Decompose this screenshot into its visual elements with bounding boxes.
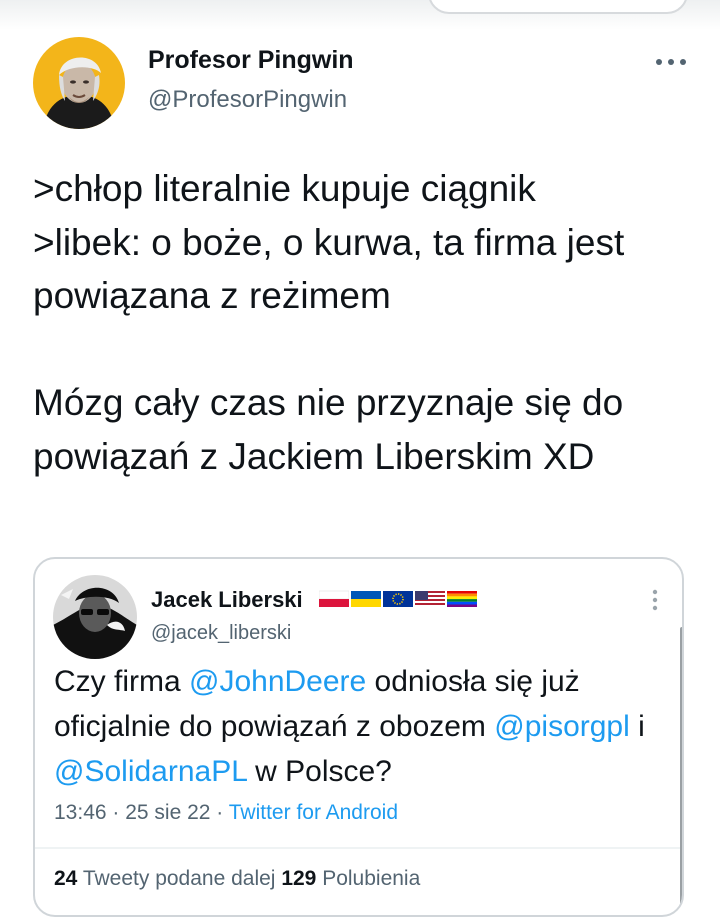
more-horizontal-icon[interactable] xyxy=(654,50,688,74)
text-segment: i xyxy=(629,710,645,743)
likes-count[interactable]: 129 xyxy=(281,867,316,890)
quoted-author-handle[interactable]: @jacek_liberski xyxy=(151,622,291,645)
tweet-text: >chłop literalnie kupuje ciągnik >libek:… xyxy=(33,168,625,477)
author-handle[interactable]: @ProfesorPingwin xyxy=(148,86,347,114)
engagement-stats: 24 Tweety podane dalej 129 Polubienia xyxy=(54,867,420,891)
rainbow-flag-icon xyxy=(447,591,477,607)
author-avatar[interactable] xyxy=(33,37,125,129)
quoted-tweet-card[interactable]: Jacek Liberski @jacek_liberski Czy firma… xyxy=(33,557,684,917)
quoted-tweet-text: Czy firma @JohnDeere odniosła się już of… xyxy=(54,659,664,794)
meta-separator: · xyxy=(210,801,229,824)
tweet-time[interactable]: 13:46 xyxy=(54,801,107,824)
usa-flag-icon xyxy=(415,591,445,607)
mention-link-solidarnapl[interactable]: @SolidarnaPL xyxy=(54,755,247,788)
ukraine-flag-icon xyxy=(351,591,381,607)
previous-tweet-button[interactable] xyxy=(428,0,688,14)
tweet-source-link[interactable]: Twitter for Android xyxy=(229,801,398,824)
quoted-author-avatar[interactable] xyxy=(53,575,137,659)
retweets-label[interactable]: Tweety podane dalej xyxy=(83,867,276,890)
mention-link-pisorgpl[interactable]: @pisorgpl xyxy=(494,710,630,743)
flag-emoji-group xyxy=(319,589,477,609)
tweet-timestamp-row: 13:46 · 25 sie 22 · Twitter for Android xyxy=(54,801,398,825)
author-name[interactable]: Profesor Pingwin xyxy=(148,46,354,75)
mention-link-johndeere[interactable]: @JohnDeere xyxy=(189,665,366,698)
stats-divider xyxy=(35,847,682,849)
text-segment: w Polsce? xyxy=(246,755,392,788)
meta-separator: · xyxy=(106,801,126,824)
poland-flag-icon xyxy=(319,590,349,607)
tweet-date[interactable]: 25 sie 22 xyxy=(125,801,210,824)
scrollbar[interactable] xyxy=(680,627,682,915)
text-segment: Czy firma xyxy=(54,665,189,698)
quoted-author-name[interactable]: Jacek Liberski xyxy=(151,587,303,613)
likes-label[interactable]: Polubienia xyxy=(322,867,420,890)
eu-flag-icon xyxy=(383,591,413,607)
retweets-count[interactable]: 24 xyxy=(54,867,77,890)
more-vertical-icon[interactable] xyxy=(649,587,661,613)
